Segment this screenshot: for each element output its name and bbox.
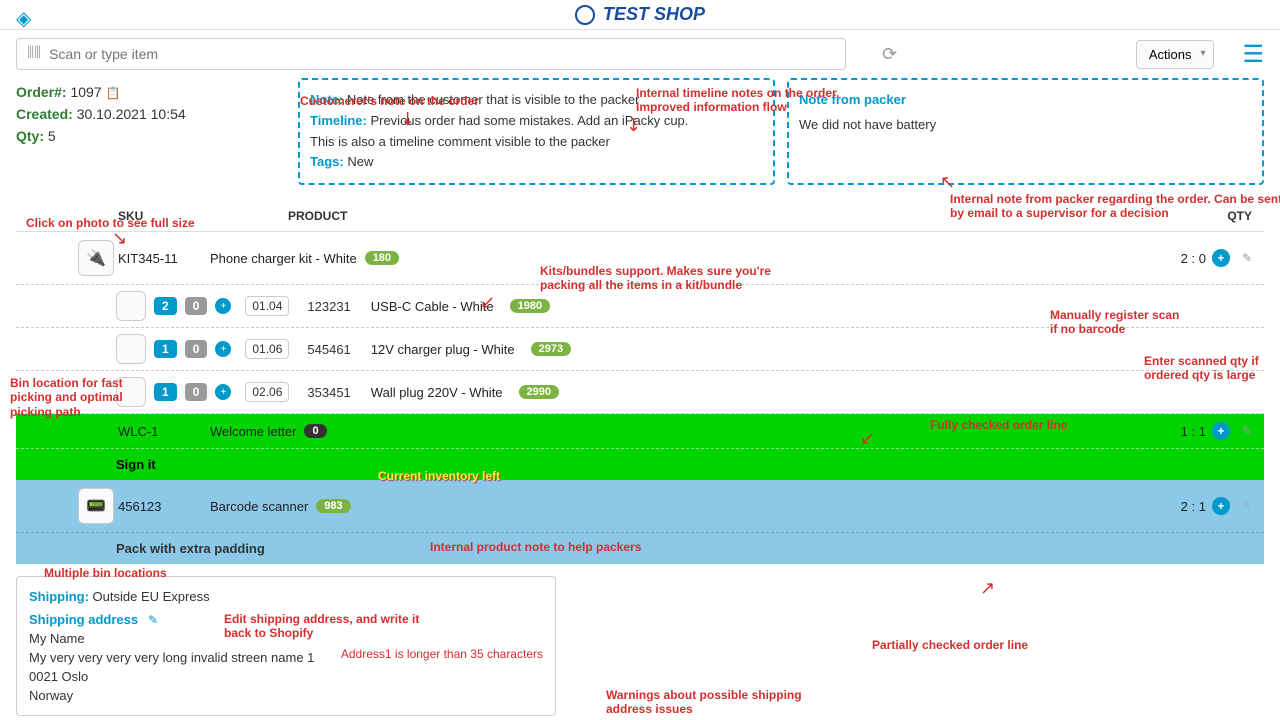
barcode-icon: ⦀⦀ <box>27 45 41 63</box>
qty-text: 2 : 1 <box>1181 499 1206 514</box>
qty-label: Qty: <box>16 128 44 144</box>
product-thumb[interactable]: 🔌 <box>78 240 114 276</box>
search-wrap[interactable]: ⦀⦀ <box>16 38 846 70</box>
timeline-label: Timeline: <box>310 113 367 128</box>
row-product: Phone charger kit - White <box>210 251 357 266</box>
product-note: Sign it <box>16 449 1264 480</box>
ordered-qty: 1 <box>154 383 177 401</box>
product-thumb[interactable] <box>116 377 146 407</box>
packer-note-box: Note from packer We did not have battery <box>787 78 1264 185</box>
order-number: 1097 <box>70 84 101 100</box>
row-sku: KIT345-11 <box>118 251 198 266</box>
bin-location: 01.04 <box>245 296 289 316</box>
kit-row: 2 0 + 01.04 123231 USB-C Cable - White 1… <box>16 285 1264 328</box>
addr-name: My Name <box>29 631 543 646</box>
product-thumb[interactable]: 📟 <box>78 488 114 524</box>
product-note: Pack with extra padding <box>16 533 1264 564</box>
note-label: Note: <box>310 92 343 107</box>
edit-icon[interactable]: ✎ <box>1242 499 1252 513</box>
product-thumb[interactable] <box>116 291 146 321</box>
row-sku: WLC-1 <box>118 424 198 439</box>
inventory-badge: 2973 <box>531 342 571 356</box>
shipping-label: Shipping: <box>29 589 89 604</box>
table-header: SKU PRODUCT QTY <box>16 201 1264 232</box>
qty-text: 2 : 0 <box>1181 251 1206 266</box>
order-label: Order#: <box>16 84 67 100</box>
kit-product: Wall plug 220V - White <box>371 385 503 400</box>
qty-text: 1 : 1 <box>1181 424 1206 439</box>
kit-product: 12V charger plug - White <box>371 342 515 357</box>
table-row-partial: 07.0401.03 📟 456123 Barcode scanner 983 … <box>16 480 1264 564</box>
globe-icon <box>575 5 595 25</box>
row-product: Welcome letter <box>210 424 296 439</box>
packer-note-text: We did not have battery <box>799 115 1252 136</box>
plus-button[interactable]: + <box>1212 497 1230 515</box>
app-header: ◈ TEST SHOP <box>0 0 1280 30</box>
table-row-checked: 03.01 WLC-1 Welcome letter 0 1 : 1 + ✎ S… <box>16 414 1264 480</box>
packer-note-title: Note from packer <box>799 90 1252 111</box>
created-label: Created: <box>16 106 73 122</box>
product-header: PRODUCT <box>288 209 1172 223</box>
addr-country: Norway <box>29 688 543 703</box>
ordered-qty: 2 <box>154 297 177 315</box>
copy-icon[interactable]: 📋 <box>106 86 121 100</box>
timeline-text2: This is also a timeline comment visible … <box>310 132 763 153</box>
search-input[interactable] <box>49 46 835 62</box>
row-product: Barcode scanner <box>210 499 308 514</box>
inventory-badge: 983 <box>316 499 350 513</box>
order-info: Order#: 1097📋 Created: 30.10.2021 10:54 … <box>16 84 286 144</box>
menu-icon[interactable]: ☰ <box>1242 40 1264 69</box>
kit-row: 1 0 + 01.06 545461 12V charger plug - Wh… <box>16 328 1264 371</box>
product-thumb[interactable] <box>116 334 146 364</box>
bin-location: 01.06 <box>245 339 289 359</box>
kit-sku: 123231 <box>307 299 350 314</box>
ordered-qty: 1 <box>154 340 177 358</box>
inventory-badge: 180 <box>365 251 399 265</box>
plus-button[interactable]: + <box>1212 249 1230 267</box>
shipping-box: Shipping: Outside EU Express Shipping ad… <box>16 576 556 716</box>
tags-text: New <box>344 154 374 169</box>
row-sku: 456123 <box>118 499 198 514</box>
note-text: Note from the customer that is visible t… <box>343 92 639 107</box>
kit-product: USB-C Cable - White <box>371 299 494 314</box>
plus-button[interactable]: + <box>215 298 231 314</box>
inventory-badge: 0 <box>304 424 326 438</box>
shipping-addr-title: Shipping address <box>29 612 138 627</box>
address-warning: Address1 is longer than 35 characters <box>341 647 543 661</box>
scanned-qty: 0 <box>185 383 208 401</box>
toolbar: ⦀⦀ ⟳ Actions ☰ <box>0 30 1280 78</box>
kit-sku: 353451 <box>307 385 350 400</box>
edit-address-icon[interactable]: ✎ <box>148 613 158 627</box>
scanned-qty: 0 <box>185 297 208 315</box>
kit-row: 1 0 + 02.06 353451 Wall plug 220V - Whit… <box>16 371 1264 414</box>
inventory-badge: 2990 <box>519 385 559 399</box>
created-val: 30.10.2021 10:54 <box>77 106 186 122</box>
plus-button[interactable]: + <box>1212 422 1230 440</box>
kit-sku: 545461 <box>307 342 350 357</box>
addr-zip: 0021 Oslo <box>29 669 543 684</box>
content-area: Order#: 1097📋 Created: 30.10.2021 10:54 … <box>0 78 1280 716</box>
inventory-badge: 1980 <box>510 299 550 313</box>
table-row: 🔌 KIT345-11 Phone charger kit - White 18… <box>16 232 1264 285</box>
qty-val: 5 <box>48 128 56 144</box>
shipping-method: Outside EU Express <box>89 589 210 604</box>
sku-header: SKU <box>118 209 288 223</box>
actions-button[interactable]: Actions <box>1136 40 1215 69</box>
timeline-text: Previous order had some mistakes. Add an… <box>367 113 689 128</box>
plus-button[interactable]: + <box>215 341 231 357</box>
shop-title: TEST SHOP <box>575 4 705 25</box>
scanned-qty: 0 <box>185 340 208 358</box>
customer-note-box: Note: Note from the customer that is vis… <box>298 78 775 185</box>
refresh-icon[interactable]: ⟳ <box>878 40 901 69</box>
edit-icon[interactable]: ✎ <box>1242 251 1252 265</box>
tags-label: Tags: <box>310 154 344 169</box>
shop-name: TEST SHOP <box>603 4 705 25</box>
edit-icon[interactable]: ✎ <box>1242 424 1252 438</box>
plus-button[interactable]: + <box>215 384 231 400</box>
qty-header: QTY <box>1172 209 1252 223</box>
bin-location: 02.06 <box>245 382 289 402</box>
logo-icon: ◈ <box>16 6 31 31</box>
